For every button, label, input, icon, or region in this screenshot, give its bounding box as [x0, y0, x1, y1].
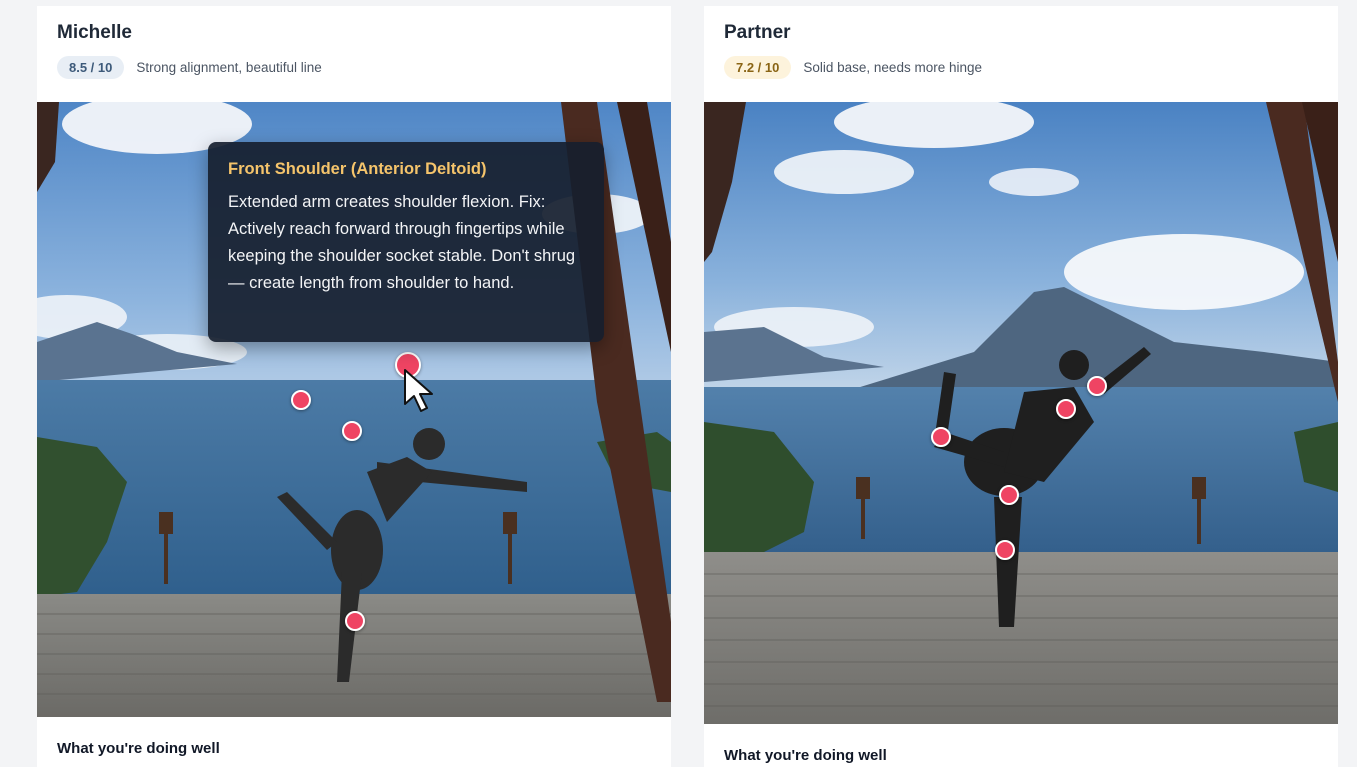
tooltip-body: Extended arm creates shoulder flexion. F…	[228, 193, 576, 292]
pose-card-michelle: Michelle 8.5 / 10 Strong alignment, beau…	[37, 6, 671, 767]
pose-card-partner: Partner 7.2 / 10 Solid base, needs more …	[704, 6, 1338, 767]
hotspot-hip[interactable]	[999, 485, 1019, 505]
hotspot-standing-knee[interactable]	[995, 540, 1015, 560]
hotspot-front-shoulder[interactable]	[1087, 376, 1107, 396]
mouse-pointer-icon	[404, 369, 433, 412]
card-name: Michelle	[57, 22, 132, 43]
hotspot-back-knee[interactable]	[931, 427, 951, 447]
score-note: Solid base, needs more hinge	[803, 60, 982, 75]
hotspot-back-knee[interactable]	[291, 390, 311, 410]
tooltip-title: Front Shoulder (Anterior Deltoid)	[228, 160, 487, 178]
section-heading: What you're doing well	[57, 740, 220, 757]
hotspot-hip[interactable]	[342, 421, 362, 441]
section-heading: What you're doing well	[724, 747, 887, 764]
score-note: Strong alignment, beautiful line	[136, 60, 322, 75]
pose-photo	[704, 102, 1338, 724]
hotspot-back-shoulder[interactable]	[1056, 399, 1076, 419]
score-row: 8.5 / 10 Strong alignment, beautiful lin…	[57, 56, 322, 79]
hotspot-standing-knee[interactable]	[345, 611, 365, 631]
card-name: Partner	[724, 22, 791, 43]
pose-photo-illustration	[704, 102, 1338, 724]
score-badge: 8.5 / 10	[57, 56, 125, 79]
score-badge: 7.2 / 10	[724, 56, 792, 79]
score-row: 7.2 / 10 Solid base, needs more hinge	[724, 56, 982, 79]
joint-tooltip: Front Shoulder (Anterior Deltoid) Extend…	[208, 142, 604, 342]
